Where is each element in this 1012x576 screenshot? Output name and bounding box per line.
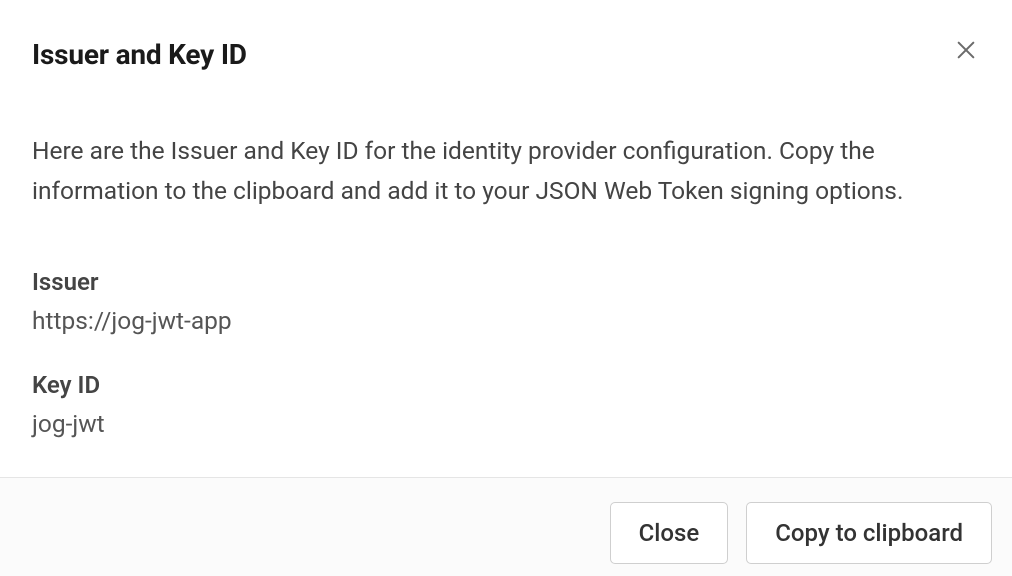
dialog-description: Here are the Issuer and Key ID for the i…	[32, 131, 980, 212]
dialog-title: Issuer and Key ID	[32, 38, 980, 71]
copy-to-clipboard-button[interactable]: Copy to clipboard	[746, 502, 992, 564]
dialog-header: Issuer and Key ID	[0, 0, 1012, 71]
issuer-value: https://jog-jwt-app	[32, 306, 980, 335]
close-button[interactable]: Close	[610, 502, 729, 564]
dialog-footer: Close Copy to clipboard	[0, 477, 1012, 576]
dialog-body: Here are the Issuer and Key ID for the i…	[0, 71, 1012, 477]
close-icon[interactable]	[952, 36, 980, 64]
issuer-keyid-dialog: Issuer and Key ID Here are the Issuer an…	[0, 0, 1012, 576]
keyid-label: Key ID	[32, 371, 980, 399]
issuer-field: Issuer https://jog-jwt-app	[32, 268, 980, 335]
keyid-value: jog-jwt	[32, 409, 980, 438]
issuer-label: Issuer	[32, 268, 980, 296]
keyid-field: Key ID jog-jwt	[32, 371, 980, 438]
